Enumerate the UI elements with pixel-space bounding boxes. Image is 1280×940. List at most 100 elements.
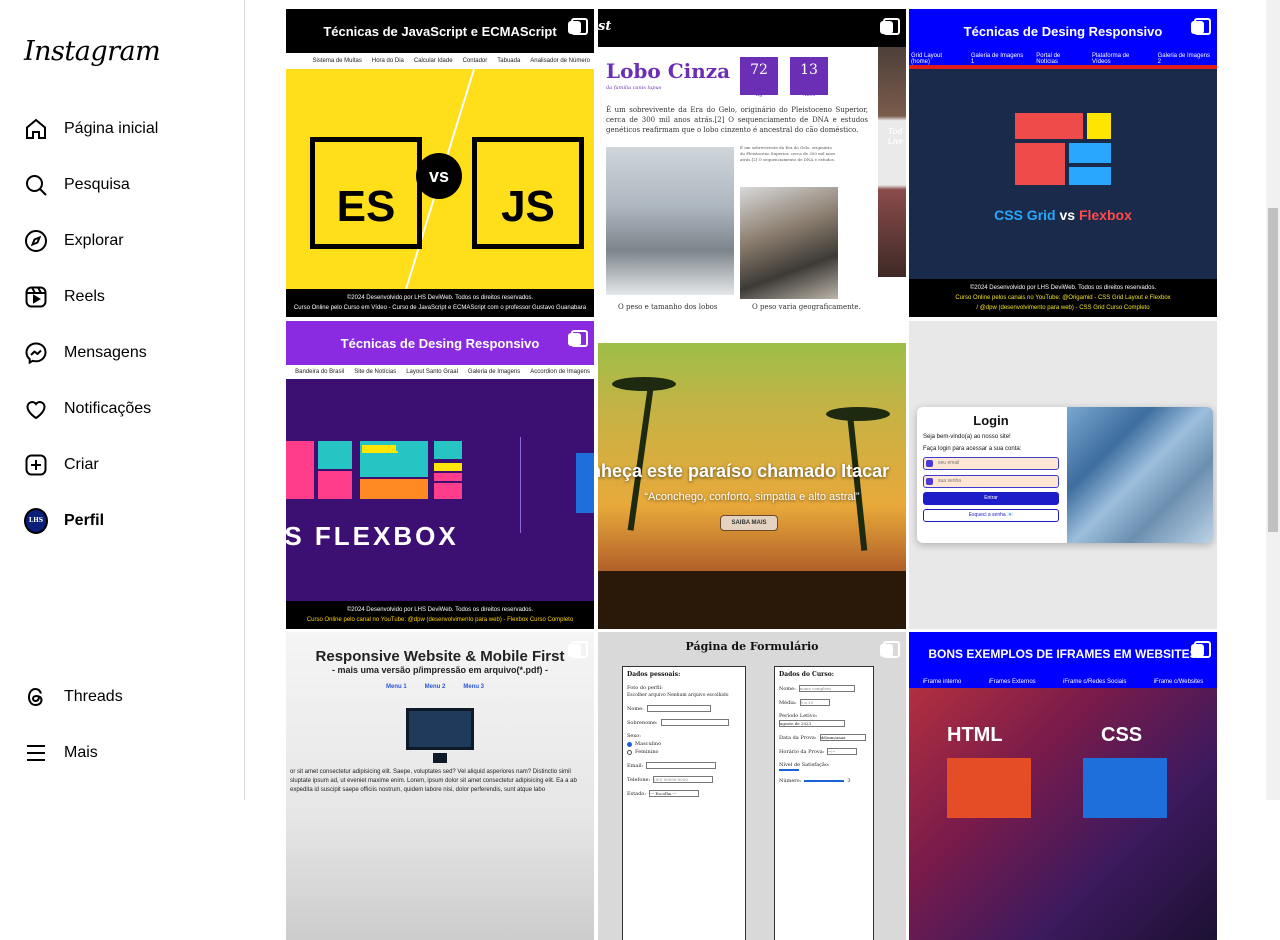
- post-tile[interactable]: Técnicas de Desing Responsivo Bandeira d…: [286, 321, 594, 629]
- period-select[interactable]: agosto de 2023: [779, 720, 845, 727]
- side-photo-strip: [878, 47, 906, 277]
- footer-line: ©2024 Desenvolvido por LHS DeviWeb. Todo…: [346, 295, 534, 301]
- email-input[interactable]: [646, 762, 717, 769]
- headline-left: CSS Grid: [994, 207, 1056, 223]
- date-input[interactable]: dd/mm/aaaa: [819, 734, 866, 741]
- reels-icon: [24, 285, 48, 309]
- sidebar-item-notifications[interactable]: Notificações: [12, 385, 232, 433]
- forgot-password-button[interactable]: Esqueci a senha 📧: [923, 509, 1059, 522]
- post-tile[interactable]: Login Seja bem-vindo(a) ao nosso site! F…: [909, 321, 1217, 629]
- post-menu-item: iFrame c/Redes Sociais: [1063, 679, 1127, 685]
- monitor-icon: [406, 708, 474, 763]
- scrollbar-thumb[interactable]: [1268, 208, 1278, 532]
- radio-male[interactable]: Masculino: [627, 741, 741, 747]
- post-heading: Página de Formulário: [685, 640, 819, 653]
- instagram-logo[interactable]: Instagram: [24, 36, 161, 67]
- sidebar-item-messages[interactable]: Mensagens: [12, 329, 232, 377]
- side-text: Tod Livr: [888, 127, 903, 146]
- scrollbar[interactable]: [1266, 0, 1280, 800]
- sidebar-item-reels[interactable]: Reels: [12, 273, 232, 321]
- sidebar-item-threads[interactable]: Threads: [12, 673, 232, 721]
- css3-shield: [1083, 758, 1167, 818]
- radio-female[interactable]: Feminino: [627, 749, 741, 755]
- form-row: Sobrenome:: [627, 719, 741, 726]
- saiba-mais-button[interactable]: SAIBA MAIS: [720, 515, 778, 531]
- post-tile[interactable]: BONS EXEMPLOS DE IFRAMES EM WEBSITES iFr…: [909, 632, 1217, 940]
- surname-input[interactable]: [660, 719, 729, 726]
- sidebar-item-search[interactable]: Pesquisa: [12, 161, 232, 209]
- form-label: Nome:: [779, 685, 796, 692]
- post-menu: Menu 1 Menu 2 Menu 3: [386, 684, 484, 690]
- number-value: 3: [847, 778, 851, 784]
- grid-block: [1069, 167, 1111, 185]
- flex-block: [396, 441, 428, 451]
- sidebar-item-label: Mensagens: [64, 344, 147, 361]
- flex-block: [434, 483, 462, 499]
- flex-block: [360, 479, 428, 499]
- login-button[interactable]: Entrar: [923, 492, 1059, 505]
- stat-label: Kg: [755, 92, 763, 98]
- flex-block: [434, 473, 462, 481]
- flex-block: [318, 441, 352, 469]
- password-field[interactable]: sua senha: [923, 475, 1059, 488]
- post-tile[interactable]: nheça este paraíso chamado Itacar “Aconc…: [598, 321, 906, 629]
- email-field[interactable]: seu email: [923, 457, 1059, 470]
- form-label: Telefone:: [627, 776, 651, 783]
- post-tile[interactable]: Responsive Website & Mobile First - mais…: [286, 632, 594, 940]
- form-label: Sexo:: [627, 733, 641, 739]
- login-title: Login: [973, 413, 1009, 428]
- html-label: HTML: [947, 724, 1003, 746]
- post-menu-item: Bandeira do Brasil: [295, 369, 345, 375]
- post-menu-item: Contador: [462, 58, 488, 64]
- sidebar-item-more[interactable]: Mais: [12, 729, 232, 777]
- post-corner-text: st: [598, 19, 612, 34]
- stat-label: Anos: [802, 92, 816, 98]
- post-menu-item: iFrame interno: [922, 679, 962, 685]
- file-input[interactable]: Escolher arquivo Nenhum arquivo escolhid…: [627, 693, 741, 698]
- post-menu-item: Sistema de Multas: [312, 58, 362, 64]
- post-menu-item: Tabuada: [497, 58, 521, 64]
- flex-block: [286, 441, 314, 499]
- sidebar-item-label: Criar: [64, 456, 99, 473]
- flex-block: [318, 471, 352, 499]
- form-label: Média:: [779, 699, 797, 706]
- sidebar-item-label: Notificações: [64, 400, 152, 417]
- post-title: Técnicas de JavaScript e ECMAScript: [286, 9, 594, 53]
- post-footer: ©2024 Desenvolvido por LHS DeviWeb. Todo…: [909, 279, 1217, 317]
- sidebar-item-create[interactable]: Criar: [12, 441, 232, 489]
- radio-label: Feminino: [635, 749, 659, 755]
- state-select[interactable]: --- Escolha ---: [649, 790, 700, 797]
- post-small-paragraph: É um sobrevivente da Era do Gelo, origin…: [740, 145, 836, 162]
- post-tile[interactable]: Técnicas de Desing Responsivo Grid Layou…: [909, 9, 1217, 317]
- plus-square-icon: [24, 453, 48, 477]
- menu-icon: [24, 741, 48, 765]
- wolf-photo: [606, 147, 734, 295]
- sidebar-item-home[interactable]: Página inicial: [12, 105, 232, 153]
- building-photo: [1067, 407, 1213, 543]
- post-tile[interactable]: Técnicas de JavaScript e ECMAScript Sist…: [286, 9, 594, 317]
- post-tile[interactable]: Página de Formulário Dados pessoais: Fot…: [598, 632, 906, 940]
- post-menu-item: Analisador de Número: [530, 58, 590, 64]
- form-row: Nome:: [627, 705, 741, 712]
- phone-input[interactable]: (00) 00000-0000: [653, 776, 714, 783]
- post-tile[interactable]: st Lobo Cinza da família canis lupus 72 K…: [598, 9, 906, 317]
- grade-input[interactable]: 0 a 10: [799, 699, 830, 706]
- satisfaction-slider[interactable]: [779, 769, 869, 771]
- compass-icon: [24, 229, 48, 253]
- post-footer: ©2024 Desenvolvido por LHS DeviWeb. Todo…: [286, 289, 594, 317]
- post-menu-item: iFrames Externos: [988, 679, 1036, 685]
- time-input[interactable]: --:--: [827, 748, 858, 755]
- avatar: LHS: [24, 508, 48, 534]
- footer-line: Curso Online pelos canais no YouTube: @O…: [955, 295, 1171, 301]
- number-slider[interactable]: [804, 780, 845, 782]
- flex-block: [362, 445, 398, 453]
- name-input[interactable]: [646, 705, 711, 712]
- course-name-input[interactable]: nome completo: [798, 685, 855, 692]
- post-menu: Sistema de Multas Hora do Dia Calcular I…: [286, 53, 594, 69]
- post-menu: iFrame interno iFrames Externos iFrame c…: [909, 676, 1217, 688]
- post-menu-item: Galeria de Imagens 1: [970, 53, 1024, 65]
- form-row: Telefone: (00) 00000-0000: [627, 776, 741, 783]
- sidebar-item-explore[interactable]: Explorar: [12, 217, 232, 265]
- sidebar-item-profile[interactable]: LHS Perfil: [12, 497, 232, 545]
- palm-trunk: [627, 381, 655, 531]
